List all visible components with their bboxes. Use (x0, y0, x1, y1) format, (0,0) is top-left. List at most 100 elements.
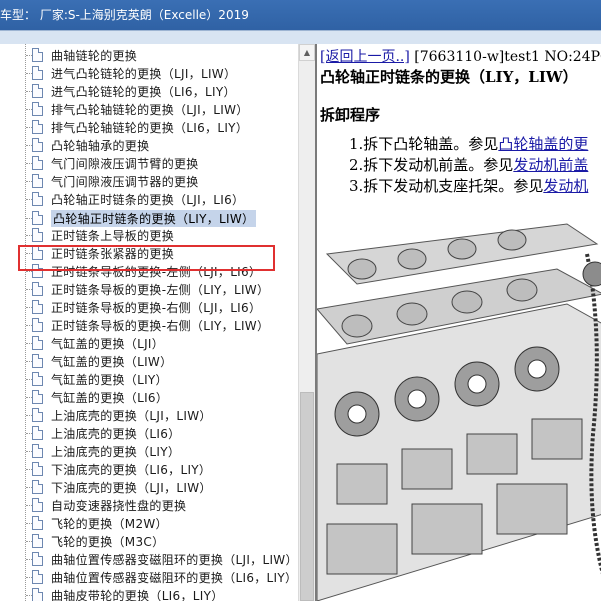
tree-item-label: 气缸盖的更换（LI6） (51, 390, 169, 405)
step-link[interactable]: 发动机前盖 (513, 156, 588, 174)
scroll-up-arrow-icon[interactable]: ▲ (299, 44, 315, 61)
tree-item-label: 气门间隙液压调节臂的更换 (51, 156, 199, 171)
document-icon (32, 534, 43, 548)
tree-item[interactable]: 曲轴位置传感器变磁阻环的更换（LJI，LIW） (20, 550, 298, 568)
tree-item-label: 上油底壳的更换（LIY） (51, 444, 181, 459)
document-icon (32, 588, 43, 601)
tree-item[interactable]: 气缸盖的更换（LIY） (20, 370, 298, 388)
tree-item-label: 曲轴皮带轮的更换（LI6，LIY） (51, 588, 224, 601)
toolbar-strip (0, 30, 601, 44)
tree-item-label: 上油底壳的更换（LJI，LIW） (51, 408, 212, 423)
tree-item[interactable]: 飞轮的更换（M3C） (20, 532, 298, 550)
tree-item-label: 气缸盖的更换（LJI） (51, 336, 165, 351)
step-item: 2.拆下发动机前盖。参见发动机前盖 (349, 155, 588, 176)
tree-item[interactable]: 排气凸轮轴链轮的更换（LJI，LIW） (20, 100, 298, 118)
tree-item[interactable]: 正时链条导板的更换-右侧（LJI，LI6） (20, 298, 298, 316)
section-heading: 拆卸程序 (320, 106, 381, 124)
scroll-thumb[interactable] (300, 392, 314, 601)
tree-item[interactable]: 曲轴链轮的更换 (20, 46, 298, 64)
document-icon (32, 408, 43, 422)
document-icon (32, 120, 43, 134)
tree-item[interactable]: 气缸盖的更换（LIW） (20, 352, 298, 370)
tree-item[interactable]: 曲轴位置传感器变磁阻环的更换（LI6，LIY） (20, 568, 298, 586)
tree-item[interactable]: 气门间隙液压调节器的更换 (20, 172, 298, 190)
step-text: 3.拆下发动机支座托架。参见 (349, 177, 544, 195)
tree-item-label: 正时链条上导板的更换 (51, 228, 175, 243)
tree-item[interactable]: 凸轮轴轴承的更换 (20, 136, 298, 154)
document-icon (32, 300, 43, 314)
document-icon (32, 552, 43, 566)
document-icon (32, 444, 43, 458)
tree-item[interactable]: 上油底壳的更换（LI6） (20, 424, 298, 442)
tree-item-label: 上油底壳的更换（LI6） (51, 426, 181, 441)
tree-item[interactable]: 气缸盖的更换（LJI） (20, 334, 298, 352)
document-icon (32, 570, 43, 584)
document-icon (32, 102, 43, 116)
document-icon (32, 318, 43, 332)
tree-item-label: 凸轮轴正时链条的更换（LIY，LIW） (51, 209, 257, 227)
document-icon (32, 138, 43, 152)
tree-item-label: 排气凸轮轴链轮的更换（LJI，LIW） (51, 102, 249, 117)
tree-item[interactable]: 飞轮的更换（M2W） (20, 514, 298, 532)
tree-item[interactable]: 凸轮轴正时链条的更换（LJI，LI6） (20, 190, 298, 208)
document-icon (32, 498, 43, 512)
document-pane: [返回上一页..] [7663110-w]test1 NO:24PC 凸轮轴正时… (315, 44, 601, 601)
tree-item-label: 自动变速器挠性盘的更换 (51, 498, 187, 513)
tree-item[interactable]: 下油底壳的更换（LJI，LIW） (20, 478, 298, 496)
document-icon (32, 211, 43, 225)
tree-item[interactable]: 曲轴皮带轮的更换（LI6，LIY） (20, 586, 298, 601)
window-titlebar: 车型： 厂家:S-上海别克英朗（Excelle）2019 (0, 0, 601, 44)
step-item: 3.拆下发动机支座托架。参见发动机 (349, 176, 588, 197)
doc-id: [7663110-w]test1 NO:24PC (409, 49, 601, 65)
document-icon (32, 228, 43, 242)
step-link[interactable]: 发动机 (543, 177, 588, 195)
step-text: 1.拆下凸轮轴盖。参见 (349, 135, 499, 153)
tree-item-label: 气门间隙液压调节器的更换 (51, 174, 199, 189)
document-icon (32, 372, 43, 386)
tree-item[interactable]: 气缸盖的更换（LI6） (20, 388, 298, 406)
tree-item[interactable]: 进气凸轮链轮的更换（LJI，LIW） (20, 64, 298, 82)
tree-item[interactable]: 进气凸轮链轮的更换（LI6，LIY） (20, 82, 298, 100)
step-text: 2.拆下发动机前盖。参见 (349, 156, 514, 174)
tree-item-label: 曲轴位置传感器变磁阻环的更换（LI6，LIY） (51, 570, 298, 585)
tree-item-label: 气缸盖的更换（LIW） (51, 354, 173, 369)
document-icon (32, 174, 43, 188)
tree-item[interactable]: 下油底壳的更换（LI6，LIY） (20, 460, 298, 478)
tree-item-label: 进气凸轮链轮的更换（LJI，LIW） (51, 66, 237, 81)
document-icon (32, 390, 43, 404)
tree-item[interactable]: 上油底壳的更换（LIY） (20, 442, 298, 460)
engine-illustration (317, 214, 601, 601)
tree-item-selected[interactable]: 凸轮轴正时链条的更换（LIY，LIW） (20, 209, 298, 227)
tree-item-label: 凸轮轴正时链条的更换（LJI，LI6） (51, 192, 245, 207)
document-icon (32, 336, 43, 350)
step-link[interactable]: 凸轮轴盖的更 (498, 135, 588, 153)
tree-item[interactable]: 上油底壳的更换（LJI，LIW） (20, 406, 298, 424)
tree-item-label: 正时链条导板的更换-左侧（LIY，LIW） (51, 282, 270, 297)
tree-item[interactable]: 自动变速器挠性盘的更换 (20, 496, 298, 514)
window-title: 车型： 厂家:S-上海别克英朗（Excelle）2019 (0, 8, 249, 22)
tree-item-label: 曲轴位置传感器变磁阻环的更换（LJI，LIW） (51, 552, 298, 567)
selection-highlight-box (18, 245, 275, 271)
tree-item-label: 下油底壳的更换（LI6，LIY） (51, 462, 212, 477)
tree-item-label: 气缸盖的更换（LIY） (51, 372, 168, 387)
tree-item-label: 飞轮的更换（M2W） (51, 516, 168, 531)
document-icon (32, 192, 43, 206)
document-icon (32, 462, 43, 476)
tree-item-label: 下油底壳的更换（LJI，LIW） (51, 480, 212, 495)
tree-item-label: 曲轴链轮的更换 (51, 48, 138, 63)
tree-item[interactable]: 正时链条导板的更换-左侧（LIY，LIW） (20, 280, 298, 298)
document-icon (32, 354, 43, 368)
tree-scrollbar[interactable]: ▲ (298, 44, 315, 601)
tree-item[interactable]: 排气凸轮轴链轮的更换（LI6，LIY） (20, 118, 298, 136)
tree-item[interactable]: 正时链条上导板的更换 (20, 226, 298, 244)
tree-item[interactable]: 气门间隙液压调节臂的更换 (20, 154, 298, 172)
tree-item[interactable]: 正时链条导板的更换-右侧（LIY，LIW） (20, 316, 298, 334)
tree-item-label: 进气凸轮链轮的更换（LI6，LIY） (51, 84, 236, 99)
document-icon (32, 516, 43, 530)
back-link[interactable]: [返回上一页..] (320, 49, 410, 65)
steps-list: 1.拆下凸轮轴盖。参见凸轮轴盖的更 2.拆下发动机前盖。参见发动机前盖 3.拆下… (349, 134, 588, 197)
document-icon (32, 84, 43, 98)
document-icon (32, 48, 43, 62)
tree-item-label: 正时链条导板的更换-右侧（LJI，LI6） (51, 300, 262, 315)
doc-topline: [返回上一页..] [7663110-w]test1 NO:24PC (320, 46, 601, 66)
